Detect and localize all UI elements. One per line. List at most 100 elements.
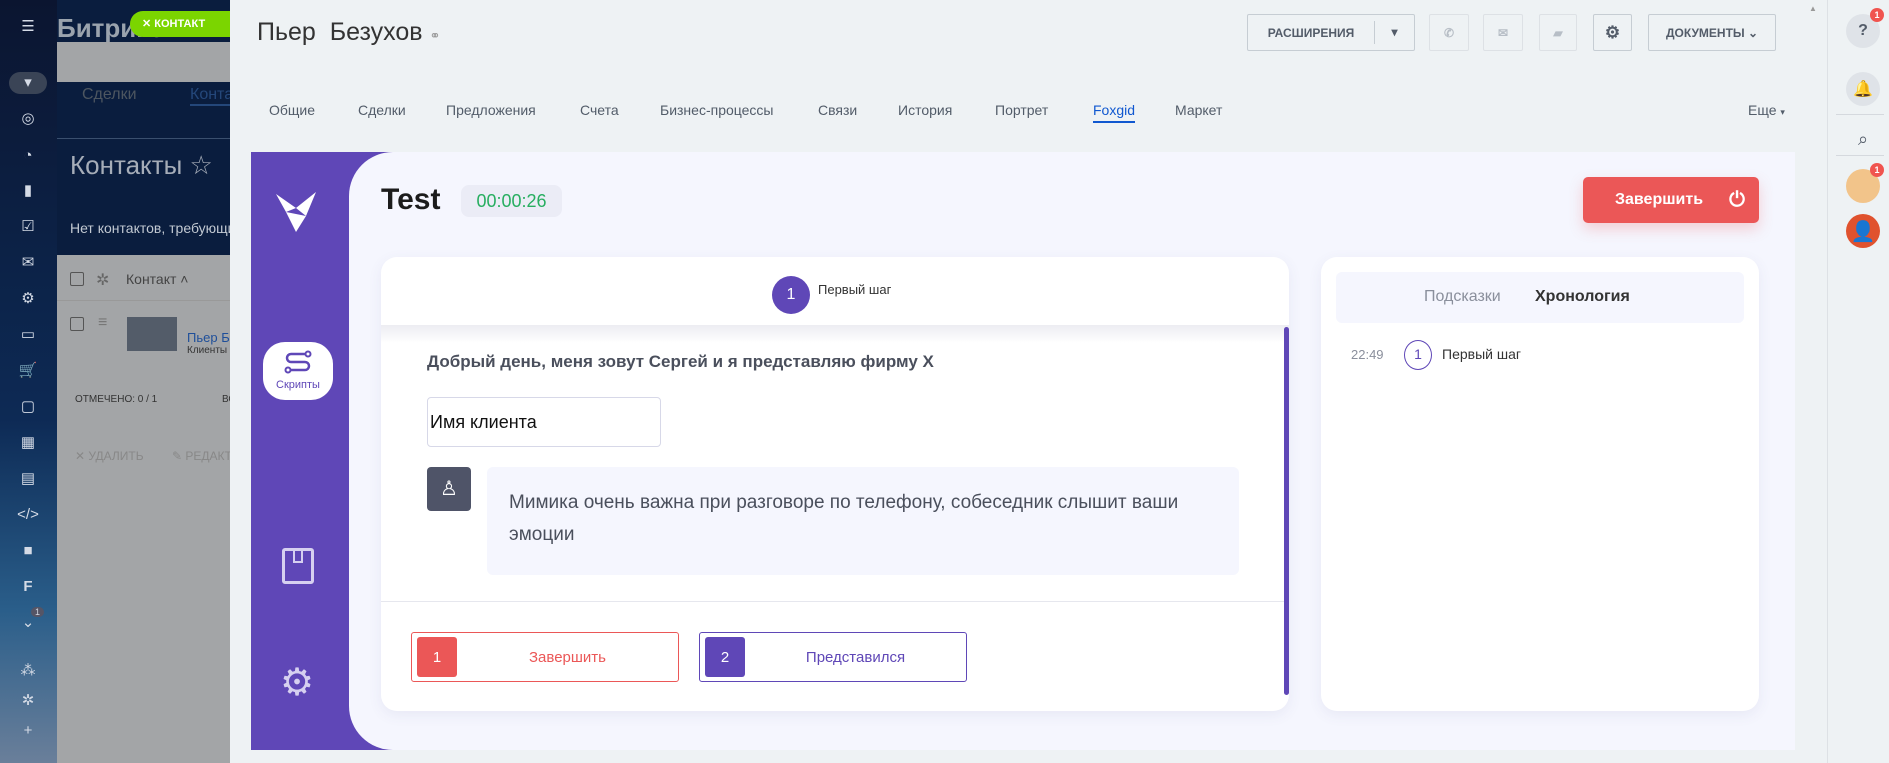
tab-invoices[interactable]: Счета: [580, 102, 619, 118]
tab-general[interactable]: Общие: [269, 102, 315, 118]
power-icon: ⏻: [1729, 188, 1745, 211]
foxgid-logo: [272, 188, 320, 239]
robot-icon[interactable]: ⚙: [14, 288, 42, 310]
avatar: [127, 317, 177, 351]
column-header-contact[interactable]: Контакт ˄: [126, 271, 189, 287]
apps-icon[interactable]: ▦: [14, 432, 42, 454]
tab-quotes[interactable]: Предложения: [446, 102, 536, 118]
side-card: [1321, 257, 1759, 711]
edit-button[interactable]: ✎ РЕДАКТИРОВАТЬ: [172, 449, 232, 463]
page-title: Контакты ☆: [70, 150, 213, 180]
link-icon[interactable]: ⚭: [430, 28, 441, 43]
finish-script-button[interactable]: Завершить ⏻: [1583, 177, 1759, 223]
help-button[interactable]: ? 1: [1846, 8, 1884, 48]
tab-hints[interactable]: Подсказки: [1424, 288, 1501, 306]
nav-scripts-label: Скрипты: [276, 379, 320, 391]
contact-avatar[interactable]: 👤: [1846, 214, 1880, 248]
close-icon: ✕: [142, 18, 155, 30]
user-icon: ♙: [427, 467, 471, 511]
tab-portrait[interactable]: Портрет: [995, 102, 1048, 118]
step-label: Первый шаг: [818, 282, 892, 297]
settings-icon[interactable]: ✲: [14, 690, 42, 712]
person-icon: 👤: [1850, 220, 1876, 243]
settings-button[interactable]: ⚙: [1593, 14, 1632, 51]
script-title: Test: [381, 183, 441, 216]
avatar-badge: 1: [1870, 163, 1884, 177]
tab-deals[interactable]: Сделки: [358, 102, 406, 118]
contact-pill-label: КОНТАКТ: [154, 18, 206, 30]
chat-button[interactable]: ▰: [1539, 14, 1577, 51]
notifications-button[interactable]: 🔔: [1846, 72, 1880, 106]
code-icon[interactable]: </>: [14, 504, 42, 526]
add-icon[interactable]: +: [14, 720, 42, 742]
script-greeting: Добрый день, меня зовут Сергей и я предс…: [427, 352, 934, 371]
nav-scripts[interactable]: Скрипты: [263, 342, 333, 400]
mail-icon: ✉: [1497, 25, 1509, 40]
user-avatar[interactable]: 1: [1846, 163, 1884, 203]
delete-button[interactable]: ✕ УДАЛИТЬ: [75, 449, 144, 463]
option-number: 2: [705, 637, 745, 677]
settings-icon[interactable]: ⚙: [280, 664, 314, 702]
hint-text: Мимика очень важна при разговоре по теле…: [487, 467, 1239, 575]
row-type: Клиенты: [187, 345, 228, 356]
option-finish-button[interactable]: 1 Завершить: [411, 632, 679, 682]
drag-icon[interactable]: ≡: [98, 314, 107, 332]
gear-icon[interactable]: ✲: [96, 270, 109, 290]
timeline-step-number: 1: [1404, 340, 1432, 370]
tab-foxgid[interactable]: Foxgid: [1093, 102, 1136, 123]
search-button[interactable]: ⌕: [1846, 122, 1880, 156]
bitrix-left-menu: ☰ ▾ ◎ ◔ ▮ ☑ ✉ ⚙ ▭ 🛒 ▢ ▦ ▤ </> ■ F ⌄ 1 ⁂ …: [0, 0, 57, 763]
tab-market[interactable]: Маркет: [1175, 102, 1222, 118]
email-button[interactable]: ✉: [1483, 14, 1523, 51]
scripts-icon: [284, 350, 312, 374]
f-item[interactable]: F: [14, 576, 42, 598]
call-button[interactable]: ✆: [1429, 14, 1469, 51]
timer-badge: 00:00:26: [461, 185, 562, 217]
scrollbar[interactable]: [1284, 327, 1289, 695]
tab-business-processes[interactable]: Бизнес-процессы: [660, 102, 773, 118]
select-all-checkbox[interactable]: [70, 272, 84, 286]
documents-button[interactable]: ДОКУМЕНТЫ ⌄: [1648, 14, 1776, 51]
step-number: 1: [772, 276, 810, 314]
counter-badge: 1: [31, 607, 45, 617]
row-checkbox[interactable]: [70, 317, 84, 331]
gear-icon: ⚙: [1604, 22, 1621, 42]
star-icon[interactable]: ☆: [190, 150, 213, 180]
phone-icon: ✆: [1443, 25, 1455, 40]
contact-title: Пьер Безухов ⚭: [257, 18, 441, 46]
search-icon: ⌕: [1857, 128, 1869, 149]
chat-icon: ▰: [1553, 25, 1563, 40]
mail-icon[interactable]: ✉: [14, 252, 42, 274]
timeline-step-label[interactable]: Первый шаг: [1442, 346, 1521, 362]
chevron-down-icon: ⌄: [1748, 25, 1759, 40]
cashbox-icon[interactable]: ▭: [14, 324, 42, 346]
cart-icon[interactable]: 🛒: [14, 360, 42, 382]
video-icon[interactable]: ■: [14, 540, 42, 562]
option-introduced-button[interactable]: 2 Представился: [699, 632, 967, 682]
bell-icon: 🔔: [1853, 81, 1873, 98]
network-icon[interactable]: ⁂: [14, 660, 42, 682]
menu-icon[interactable]: ☰: [14, 16, 42, 38]
caret-down-icon[interactable]: ▾: [1374, 21, 1414, 44]
clock-icon[interactable]: ◔: [14, 145, 42, 167]
extensions-button[interactable]: РАСШИРЕНИЯ ▾: [1247, 14, 1415, 51]
window-icon[interactable]: ▢: [14, 396, 42, 418]
timeline-time: 22:49: [1351, 347, 1384, 362]
crm-tab-deals[interactable]: Сделки: [82, 86, 137, 104]
book-icon[interactable]: ▤: [14, 468, 42, 490]
tab-history[interactable]: История: [898, 102, 952, 118]
tab-links[interactable]: Связи: [818, 102, 857, 118]
tasks-icon[interactable]: ☑: [14, 216, 42, 238]
target-icon[interactable]: ◎: [14, 108, 42, 130]
filter-icon[interactable]: ▾: [9, 72, 47, 94]
chart-icon[interactable]: ▮: [14, 180, 42, 202]
contact-pill[interactable]: ✕ КОНТАКТ: [130, 11, 235, 37]
help-icon: ?: [1858, 22, 1868, 39]
more-tabs-button[interactable]: Еще ▾: [1748, 102, 1785, 118]
scroll-up-arrow[interactable]: ▲: [1809, 4, 1817, 13]
tab-timeline[interactable]: Хронология: [1535, 288, 1630, 306]
option-number: 1: [417, 637, 457, 677]
option-label: Завершить: [529, 648, 606, 666]
client-name-input[interactable]: [427, 397, 661, 447]
book-icon[interactable]: [282, 548, 314, 584]
